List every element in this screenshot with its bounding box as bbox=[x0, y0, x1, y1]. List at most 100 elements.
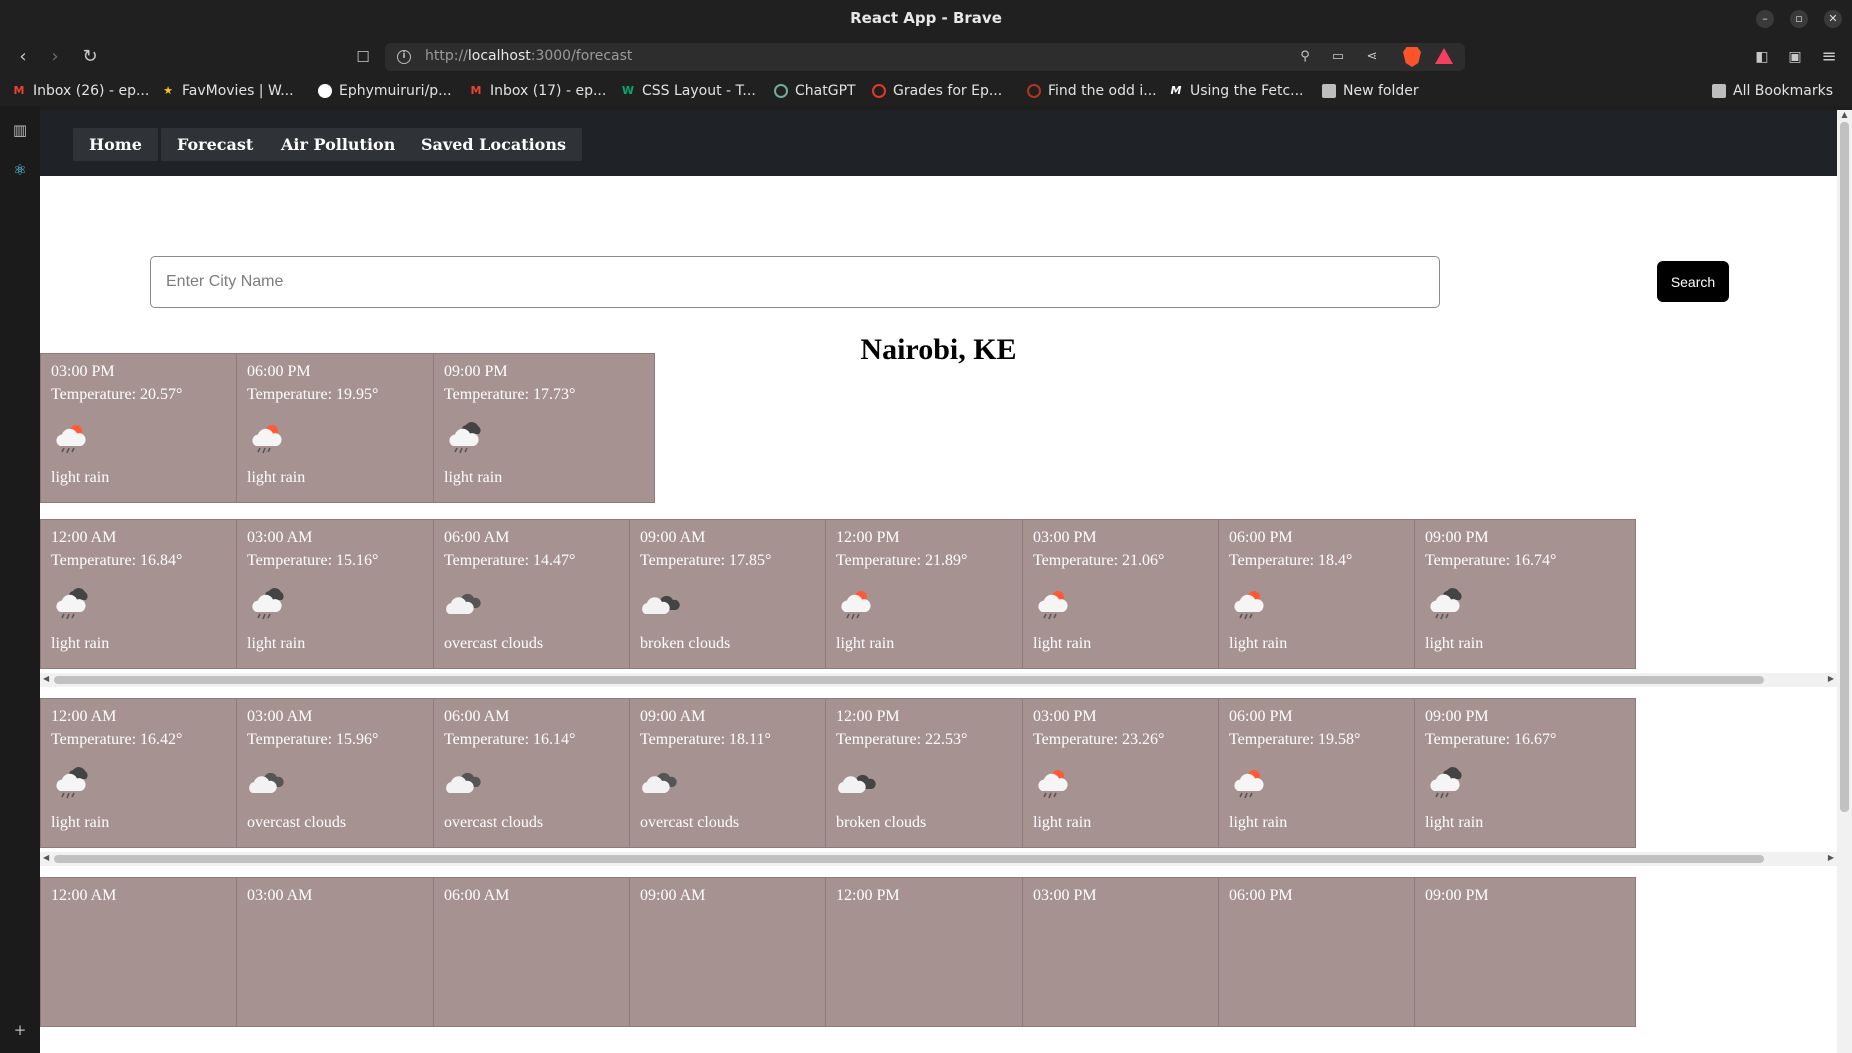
scroll-left-icon[interactable]: ◀ bbox=[43, 853, 49, 862]
bookmark-item[interactable]: M Using the Fetc... bbox=[1169, 81, 1304, 101]
w3-icon: W bbox=[621, 84, 635, 97]
browser-sidebar: ▥ ⚛ + bbox=[0, 106, 40, 1053]
site-info-icon[interactable]: i bbox=[397, 50, 411, 64]
night-rain-icon bbox=[252, 588, 284, 620]
forecast-time: 09:00 PM bbox=[1425, 529, 1489, 546]
scrollbar-thumb[interactable] bbox=[54, 676, 1764, 684]
nav-forecast[interactable]: Forecast bbox=[161, 128, 270, 161]
nav-saved-locations[interactable]: Saved Locations bbox=[405, 128, 582, 161]
scroll-right-icon[interactable]: ▶ bbox=[1828, 674, 1834, 683]
all-bookmarks[interactable]: All Bookmarks bbox=[1712, 81, 1833, 101]
nav-air-pollution[interactable]: Air Pollution bbox=[265, 128, 412, 161]
scroll-left-icon[interactable]: ◀ bbox=[43, 674, 49, 683]
brave-rewards-icon[interactable] bbox=[1435, 48, 1453, 64]
broken-clouds-icon bbox=[838, 774, 876, 793]
sun-rain-icon bbox=[1234, 591, 1264, 620]
overcast-clouds-icon bbox=[642, 772, 677, 793]
forecast-description: light rain bbox=[247, 469, 306, 486]
forward-icon[interactable]: › bbox=[44, 46, 66, 68]
bookmark-label: Inbox (17) - ep... bbox=[490, 83, 607, 99]
forecast-time: 03:00 PM bbox=[1033, 708, 1097, 725]
brave-shields-icon[interactable] bbox=[1403, 47, 1421, 67]
forecast-description: light rain bbox=[444, 469, 503, 486]
bookmark-label: Using the Fetc... bbox=[1190, 83, 1304, 99]
folder-icon bbox=[1712, 84, 1726, 98]
share-icon[interactable]: ⋖ bbox=[1363, 48, 1381, 66]
forecast-time: 12:00 AM bbox=[51, 529, 117, 546]
forecast-card: 03:00 PM Temperature: 23.26° light rain bbox=[1022, 698, 1244, 848]
forecast-description: light rain bbox=[1033, 635, 1092, 652]
bookmark-item[interactable]: New folder bbox=[1322, 81, 1419, 101]
url-text[interactable]: http://localhost:3000/forecast bbox=[425, 48, 632, 64]
forecast-time: 03:00 AM bbox=[247, 529, 313, 546]
bookmark-item[interactable]: M Inbox (17) - ep... bbox=[469, 81, 607, 101]
forecast-description: overcast clouds bbox=[247, 814, 347, 831]
row-horizontal-scrollbar[interactable]: ◀ ▶ bbox=[40, 673, 1837, 687]
bookmark-item[interactable]: M Inbox (26) - ep... bbox=[12, 81, 150, 101]
forecast-temperature: Temperature: 16.74° bbox=[1425, 552, 1557, 569]
bookmark-item[interactable]: ChatGPT bbox=[774, 81, 856, 101]
night-rain-icon bbox=[56, 588, 88, 620]
forecast-description: broken clouds bbox=[836, 814, 927, 831]
forecast-time: 06:00 PM bbox=[1229, 887, 1293, 904]
forecast-description: light rain bbox=[1425, 635, 1484, 652]
page-scrollbar-thumb[interactable] bbox=[1840, 122, 1849, 812]
forecast-card: 03:00 PM bbox=[1022, 877, 1244, 1027]
forecast-temperature: Temperature: 17.85° bbox=[640, 552, 772, 569]
add-panel-icon[interactable]: + bbox=[10, 1020, 30, 1040]
maximize-icon[interactable]: ▫ bbox=[1790, 10, 1808, 28]
forecast-time: 06:00 AM bbox=[444, 529, 510, 546]
night-rain-icon bbox=[449, 422, 481, 454]
forecast-description: light rain bbox=[51, 469, 110, 486]
browser-toolbar: ‹ › ↻ ☐ i http://localhost:3000/forecast… bbox=[0, 38, 1852, 76]
bookmark-item[interactable]: W CSS Layout - T... bbox=[621, 81, 756, 101]
forecast-card: 09:00 PM Temperature: 16.74° light rain bbox=[1414, 519, 1636, 669]
forecast-temperature: Temperature: 23.26° bbox=[1033, 731, 1165, 748]
address-bar[interactable]: i http://localhost:3000/forecast ⚲ ▭ ⋖ bbox=[385, 43, 1465, 71]
search-button[interactable]: Search bbox=[1657, 261, 1729, 302]
bookmark-icon[interactable]: ☐ bbox=[352, 46, 374, 68]
forecast-time: 12:00 PM bbox=[836, 708, 900, 725]
cast-icon[interactable]: ▭ bbox=[1329, 48, 1347, 66]
forecast-card: 12:00 PM bbox=[825, 877, 1047, 1027]
close-icon[interactable]: ✕ bbox=[1824, 10, 1842, 28]
city-search-input[interactable] bbox=[150, 256, 1440, 308]
sun-rain-icon bbox=[1038, 591, 1068, 620]
bookmark-label: FavMovies | W... bbox=[182, 83, 294, 99]
sidebar-panel-icon[interactable]: ▥ bbox=[10, 120, 30, 140]
forecast-time: 03:00 PM bbox=[1033, 529, 1097, 546]
bookmark-label: Find the odd i... bbox=[1048, 83, 1157, 99]
bookmark-label: ChatGPT bbox=[795, 83, 856, 99]
forecast-time: 12:00 PM bbox=[836, 529, 900, 546]
bookmark-item[interactable]: Find the odd i... bbox=[1027, 81, 1157, 101]
bookmark-item[interactable]: ★ FavMovies | W... bbox=[161, 81, 294, 101]
forecast-temperature: Temperature: 20.57° bbox=[51, 386, 183, 403]
forecast-card: 12:00 AM Temperature: 16.84° light rain bbox=[40, 519, 262, 669]
forecast-temperature: Temperature: 22.53° bbox=[836, 731, 968, 748]
forecast-time: 09:00 PM bbox=[1425, 708, 1489, 725]
bookmark-item[interactable]: Ephymuiruri/p... bbox=[318, 81, 452, 101]
scroll-up-icon[interactable]: ▲ bbox=[1840, 110, 1849, 119]
forecast-card: 03:00 PM Temperature: 20.57° light rain bbox=[40, 353, 262, 503]
forecast-description: broken clouds bbox=[640, 635, 731, 652]
bookmark-label: New folder bbox=[1343, 83, 1419, 99]
scrollbar-thumb[interactable] bbox=[54, 855, 1764, 863]
react-devtools-icon[interactable]: ⚛ bbox=[10, 160, 30, 180]
row-horizontal-scrollbar[interactable]: ◀ ▶ bbox=[40, 852, 1837, 866]
minimize-icon[interactable]: – bbox=[1756, 10, 1774, 28]
forecast-temperature: Temperature: 21.06° bbox=[1033, 552, 1165, 569]
bookmark-item[interactable]: Grades for Ep... bbox=[872, 81, 1002, 101]
location-icon[interactable]: ⚲ bbox=[1296, 48, 1314, 66]
menu-icon[interactable]: ≡ bbox=[1818, 46, 1840, 68]
nav-home[interactable]: Home bbox=[73, 128, 158, 161]
page-scrollbar[interactable]: ▲ bbox=[1837, 110, 1852, 1053]
forecast-description: light rain bbox=[1229, 635, 1288, 652]
back-icon[interactable]: ‹ bbox=[12, 46, 34, 68]
overcast-clouds-icon bbox=[249, 772, 284, 793]
reload-icon[interactable]: ↻ bbox=[79, 46, 101, 68]
forecast-time: 09:00 AM bbox=[640, 529, 706, 546]
forecast-temperature: Temperature: 16.42° bbox=[51, 731, 183, 748]
scroll-right-icon[interactable]: ▶ bbox=[1828, 853, 1834, 862]
wallet-icon[interactable]: ▣ bbox=[1784, 46, 1806, 68]
sidebar-toggle-icon[interactable]: ◧ bbox=[1751, 46, 1773, 68]
